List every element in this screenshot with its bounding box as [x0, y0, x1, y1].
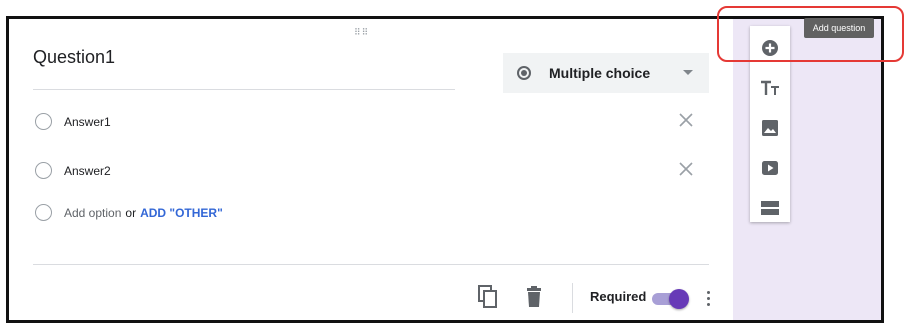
duplicate-icon[interactable]	[477, 285, 499, 309]
radio-unchecked-icon	[35, 162, 52, 179]
required-label: Required	[590, 289, 647, 304]
option-label[interactable]: Answer1	[64, 115, 111, 129]
remove-option-close-icon[interactable]	[677, 111, 695, 129]
section-icon[interactable]	[760, 198, 780, 218]
dropdown-arrow-icon	[683, 70, 693, 75]
or-label: or	[125, 205, 137, 220]
drag-handle-icon[interactable]: ⠿⠿	[354, 27, 369, 38]
option-row: Answer2	[35, 162, 111, 179]
required-toggle[interactable]	[652, 289, 689, 309]
option-label[interactable]: Answer2	[64, 164, 111, 178]
delete-trash-icon[interactable]	[523, 285, 545, 309]
title-text-icon[interactable]	[760, 78, 780, 98]
question-type-label: Multiple choice	[549, 65, 651, 81]
question-title-underline	[33, 89, 455, 90]
add-other-link[interactable]: ADD "OTHER"	[140, 206, 223, 220]
annotation-highlight	[717, 6, 904, 62]
form-editor-frame: ⠿⠿ Question1 Multiple choice Answer1 Ans…	[6, 16, 884, 323]
question-type-dropdown[interactable]: Multiple choice	[503, 53, 709, 93]
add-option-link[interactable]: Add option	[64, 206, 121, 220]
card-footer-divider	[33, 264, 709, 265]
radio-unchecked-icon	[35, 113, 52, 130]
option-row: Answer1	[35, 113, 111, 130]
question-card[interactable]: ⠿⠿ Question1 Multiple choice Answer1 Ans…	[9, 19, 733, 320]
add-option-row: Add option or ADD "OTHER"	[35, 204, 223, 221]
footer-separator	[572, 283, 573, 313]
more-options-icon[interactable]	[703, 289, 713, 311]
radio-unchecked-icon	[35, 204, 52, 221]
video-icon[interactable]	[760, 158, 780, 178]
toggle-knob	[669, 289, 689, 309]
image-icon[interactable]	[760, 118, 780, 138]
remove-option-close-icon[interactable]	[677, 160, 695, 178]
question-title[interactable]: Question1	[33, 47, 115, 68]
radio-checked-icon	[517, 66, 531, 80]
